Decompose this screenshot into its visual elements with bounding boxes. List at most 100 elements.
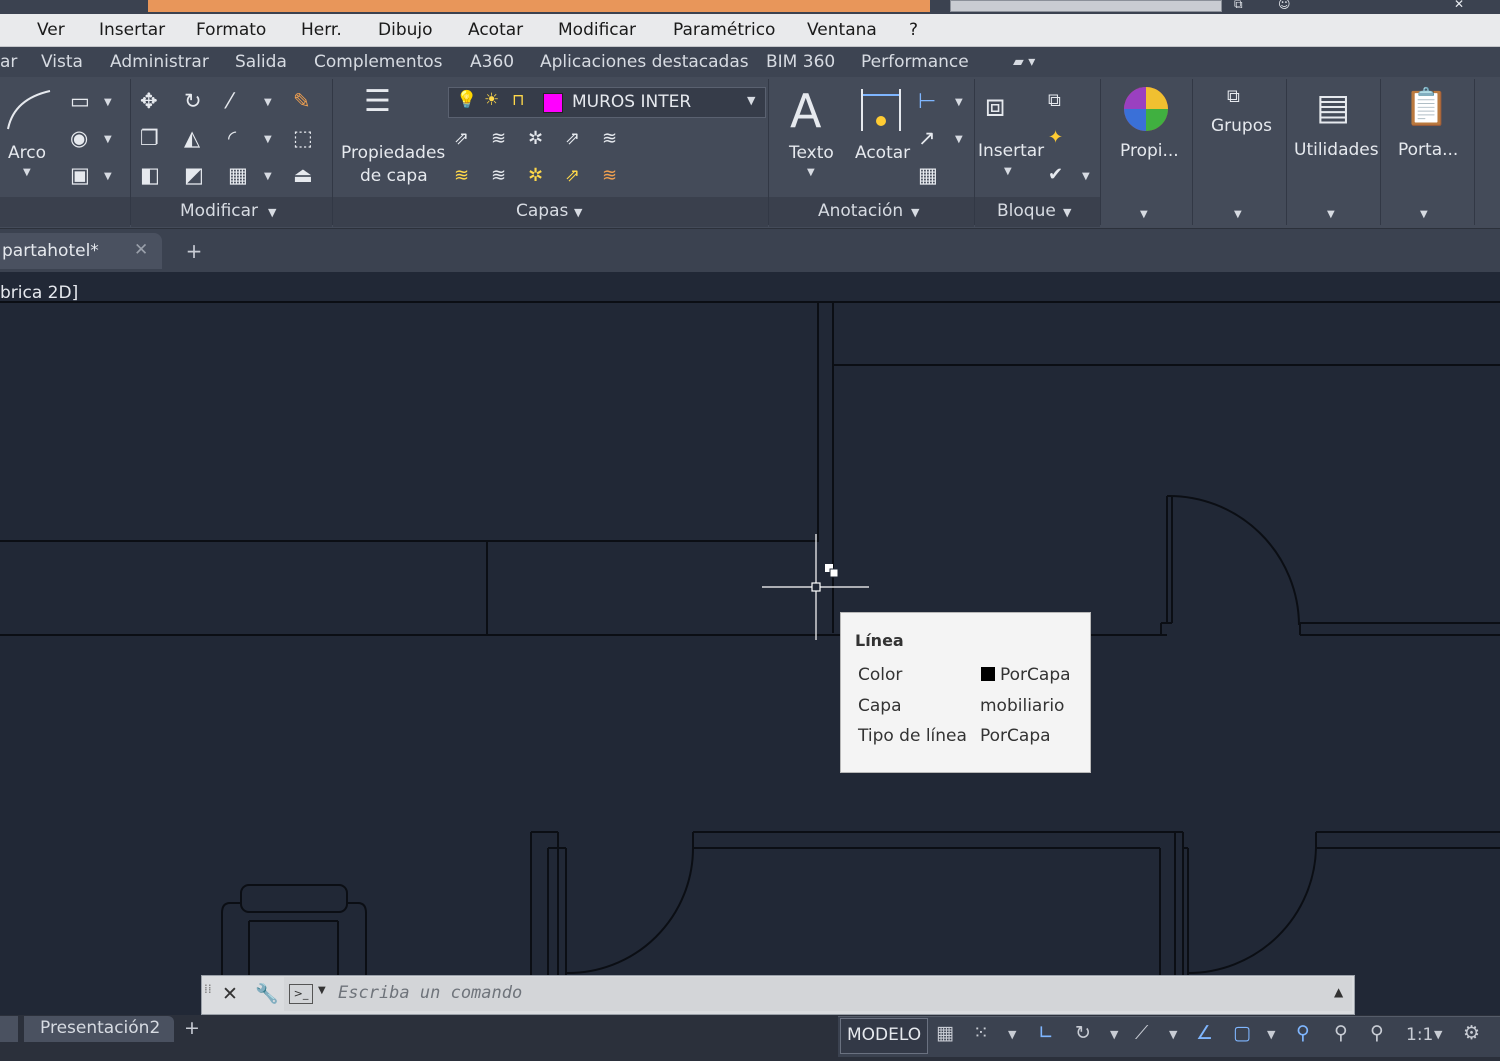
utilidades-label[interactable]: Utilidades xyxy=(1294,140,1379,160)
viewport-label[interactable]: brica 2D] xyxy=(0,283,78,303)
rectangle-icon[interactable]: ▭ xyxy=(70,89,90,113)
linear-dim-icon[interactable]: ⊢ xyxy=(918,89,936,113)
stretch-icon[interactable]: ◧ xyxy=(140,163,160,187)
floor-plan-drawing[interactable] xyxy=(0,273,1500,978)
propi-label[interactable]: Propi... xyxy=(1120,141,1179,161)
menu-ver[interactable]: Ver xyxy=(37,20,65,40)
move-icon[interactable]: ✥ xyxy=(140,89,158,113)
layer-tool-icon[interactable]: ≋ xyxy=(491,127,506,151)
user-icon[interactable]: ☺ xyxy=(1278,0,1291,10)
chevron-down-icon[interactable]: ▼ xyxy=(1434,1028,1442,1041)
hatch-icon[interactable]: ◉ xyxy=(70,126,88,150)
mirror-icon[interactable]: ◭ xyxy=(184,126,200,150)
insertar-label[interactable]: Insertar xyxy=(978,141,1044,161)
anotacion-panel-title[interactable]: Anotación xyxy=(818,201,903,221)
menu-ventana[interactable]: Ventana xyxy=(807,20,877,40)
trim-icon[interactable]: ⁄ xyxy=(228,89,232,113)
tab-aplicaciones[interactable]: Aplicaciones destacadas xyxy=(540,52,749,72)
chevron-down-icon[interactable]: ▼ xyxy=(1169,1028,1177,1041)
menu-insertar[interactable]: Insertar xyxy=(99,20,165,40)
tab-complementos[interactable]: Complementos xyxy=(314,52,443,72)
tab-a360[interactable]: A360 xyxy=(470,52,514,72)
layer-tool-icon[interactable]: ≋ xyxy=(454,164,469,188)
chevron-down-icon[interactable]: ▼ xyxy=(23,167,31,178)
chevron-down-icon[interactable]: ▼ xyxy=(104,134,112,145)
menu-herr[interactable]: Herr. xyxy=(301,20,342,40)
text-icon[interactable]: A xyxy=(790,85,821,137)
file-tab-label[interactable]: partahotel* xyxy=(2,241,99,261)
chevron-down-icon[interactable]: ▼ xyxy=(1234,209,1242,220)
chevron-up-icon[interactable]: ▲ xyxy=(1334,985,1343,999)
texto-label[interactable]: Texto xyxy=(789,143,834,163)
model-button[interactable]: MODELO xyxy=(840,1018,928,1054)
chevron-down-icon[interactable]: ▼ xyxy=(955,134,963,145)
bulb-icon[interactable]: 💡 xyxy=(456,90,477,110)
acotar-label[interactable]: Acotar xyxy=(855,143,910,163)
panel-anotacion-bar[interactable]: Anotación ▼ xyxy=(769,197,974,227)
menu-modificar[interactable]: Modificar xyxy=(558,20,636,40)
leader-icon[interactable]: ↗ xyxy=(918,126,936,150)
attribute-icon[interactable]: ✔ xyxy=(1048,163,1063,187)
polar-icon[interactable]: ↻ xyxy=(1075,1022,1091,1044)
tab-administrar[interactable]: Administrar xyxy=(110,52,209,72)
tab-salida[interactable]: Salida xyxy=(235,52,287,72)
menu-dibujo[interactable]: Dibujo xyxy=(378,20,433,40)
chevron-down-icon[interactable]: ▼ xyxy=(1140,209,1148,220)
grupos-label[interactable]: Grupos xyxy=(1211,116,1272,136)
array-icon[interactable]: ▦ xyxy=(228,163,248,187)
chevron-down-icon[interactable]: ▼ xyxy=(268,206,276,219)
tab-vista[interactable]: Vista xyxy=(41,52,83,72)
annotation-scale-value[interactable]: 1:1 xyxy=(1406,1025,1433,1045)
dimension-icon[interactable] xyxy=(858,87,904,133)
panel-capas-bar[interactable]: Capas ▼ xyxy=(333,197,768,227)
porta-label[interactable]: Porta... xyxy=(1398,140,1458,160)
properties-color-wheel-icon[interactable] xyxy=(1122,85,1170,133)
annotation-visibility-icon[interactable]: ⚲ xyxy=(1296,1022,1310,1044)
layer-tool-icon[interactable]: ≋ xyxy=(602,127,617,151)
layer-tool-icon[interactable]: ≋ xyxy=(491,164,506,188)
offset-icon[interactable]: ⏏ xyxy=(293,163,313,187)
chevron-down-icon[interactable]: ▼ xyxy=(1110,1028,1118,1041)
fillet-icon[interactable]: ◜ xyxy=(228,126,236,150)
chevron-down-icon[interactable]: ▼ xyxy=(1063,206,1071,219)
chevron-down-icon[interactable]: ▼ xyxy=(1327,209,1335,220)
chevron-down-icon[interactable]: ▼ xyxy=(1004,166,1012,177)
drawing-viewport[interactable] xyxy=(0,273,1500,978)
erase-icon[interactable]: ✎ xyxy=(293,89,311,113)
chevron-down-icon[interactable]: ▼ xyxy=(104,97,112,108)
chevron-down-icon[interactable]: ▼ xyxy=(807,167,815,178)
bloque-panel-title[interactable]: Bloque xyxy=(997,201,1056,221)
drag-handle-icon[interactable]: ⁞⁞ xyxy=(204,982,214,1006)
object-snap-icon[interactable]: ▢ xyxy=(1233,1022,1251,1044)
chevron-down-icon[interactable]: ▼ xyxy=(264,171,272,182)
close-icon[interactable]: ✕ xyxy=(222,983,238,1005)
search-box[interactable] xyxy=(950,0,1222,12)
layer-tool-icon[interactable]: ✲ xyxy=(528,164,543,188)
calculator-icon[interactable]: ▤ xyxy=(1316,85,1350,131)
video-icon[interactable]: ▰ ▾ xyxy=(1013,54,1035,70)
lineweight-icon[interactable]: ∠ xyxy=(1196,1022,1213,1044)
layer-tool-icon[interactable]: ⇗ xyxy=(565,164,580,188)
command-input[interactable] xyxy=(338,980,1318,1006)
menu-parametrico[interactable]: Paramétrico xyxy=(673,20,775,40)
arc-icon[interactable] xyxy=(4,87,54,131)
clipboard-icon[interactable]: 📋 xyxy=(1404,85,1449,131)
chevron-down-icon[interactable]: ▼ xyxy=(747,94,755,107)
panel-modificar-bar[interactable]: Modificar ▼ xyxy=(131,197,332,227)
region-icon[interactable]: ▣ xyxy=(70,163,90,187)
layer-dropdown[interactable]: 💡 ☀ ⊓ MUROS INTER ▼ xyxy=(448,87,766,118)
edit-block-icon[interactable]: ✦ xyxy=(1048,126,1063,150)
menu-formato[interactable]: Formato xyxy=(196,20,266,40)
tab-performance[interactable]: Performance xyxy=(861,52,969,72)
modificar-panel-title[interactable]: Modificar xyxy=(180,201,258,221)
grid-icon[interactable]: ▦ xyxy=(936,1022,954,1044)
layer-tool-icon[interactable]: ⇗ xyxy=(454,127,469,151)
binoculars-icon[interactable]: ⧉ xyxy=(1234,0,1243,10)
insert-block-icon[interactable]: ⧈ xyxy=(985,85,1005,125)
wrench-icon[interactable]: 🔧 xyxy=(255,982,279,1005)
unlock-icon[interactable]: ⊓ xyxy=(512,90,524,109)
chevron-down-icon[interactable]: ▼ xyxy=(1267,1028,1275,1041)
chevron-down-icon[interactable]: ▼ xyxy=(318,985,326,996)
tab-inicio[interactable]: ar xyxy=(0,52,17,72)
close-icon[interactable]: ✕ xyxy=(1454,0,1464,10)
